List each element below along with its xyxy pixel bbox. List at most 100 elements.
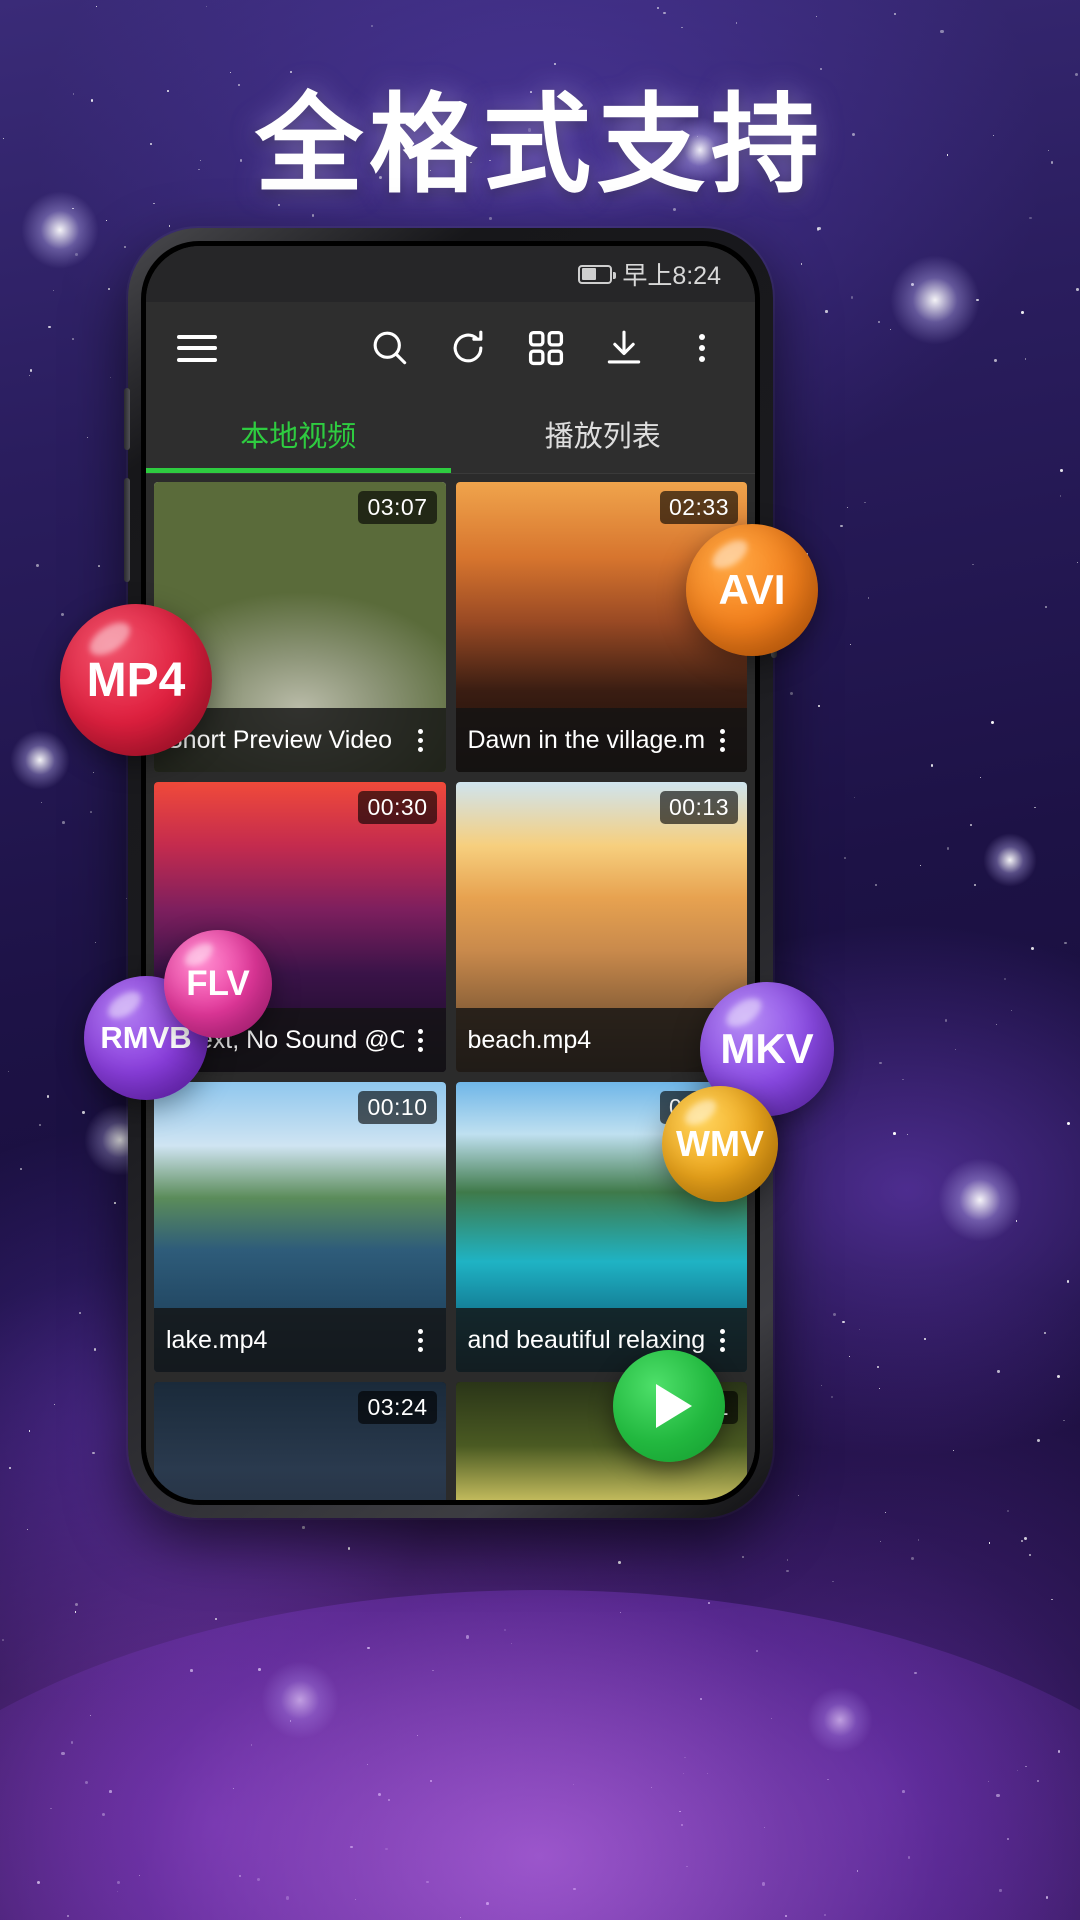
- star: [850, 296, 854, 299]
- status-bar-time: 早上8:24: [622, 262, 721, 290]
- video-duration: 00:30: [358, 791, 437, 824]
- star: [970, 823, 972, 826]
- star: [917, 1539, 920, 1541]
- star: [20, 1168, 22, 1170]
- video-more-icon[interactable]: [404, 1028, 438, 1052]
- star: [815, 16, 817, 17]
- star: [997, 1370, 1000, 1373]
- video-card[interactable]: 03:24k drone video of the cra: [154, 1382, 446, 1500]
- video-card[interactable]: 00:10 lake.mp4: [154, 1082, 446, 1372]
- star: [52, 289, 54, 291]
- tab-local-videos[interactable]: 本地视频: [146, 394, 451, 473]
- star: [832, 1312, 836, 1316]
- star: [371, 25, 373, 27]
- grid-view-icon[interactable]: [519, 321, 573, 375]
- star-glow: [890, 255, 980, 345]
- format-badge-avi: AVI: [686, 524, 818, 656]
- star: [82, 1111, 85, 1114]
- star: [825, 310, 828, 313]
- star: [817, 226, 821, 231]
- app-toolbar: [146, 302, 755, 394]
- star: [892, 1132, 896, 1135]
- star: [90, 811, 92, 813]
- play-icon: [655, 1384, 692, 1428]
- star: [990, 720, 994, 724]
- download-icon[interactable]: [597, 321, 651, 375]
- star-glow: [983, 833, 1037, 887]
- hamburger-menu-icon[interactable]: [170, 321, 224, 375]
- page-title: 全格式支持: [254, 83, 825, 208]
- star: [29, 368, 33, 372]
- phone-screen: 早上8:24 本地视频 播放列表 03:07 Short Preview Vid…: [146, 246, 755, 1500]
- star: [1063, 1419, 1065, 1422]
- star: [1076, 288, 1079, 291]
- video-card[interactable]: 03:07 Short Preview Video: [154, 482, 446, 772]
- tab-active-underline: [146, 468, 451, 473]
- video-more-icon[interactable]: [404, 728, 438, 752]
- star: [867, 597, 870, 599]
- star: [92, 771, 94, 773]
- video-title: lake.mp4: [166, 1325, 268, 1354]
- video-title: Dawn in the village.mp4: [467, 725, 706, 754]
- star: [840, 524, 843, 528]
- video-duration: 00:13: [659, 791, 738, 824]
- star: [878, 1387, 880, 1389]
- star: [940, 29, 944, 33]
- star: [1060, 469, 1063, 473]
- star: [61, 821, 65, 825]
- star: [214, 1617, 218, 1620]
- star: [844, 857, 846, 859]
- phone-mockup: 早上8:24 本地视频 播放列表 03:07 Short Preview Vid…: [124, 228, 777, 1518]
- star: [879, 1061, 882, 1064]
- star: [1051, 1598, 1053, 1601]
- video-title: Short Preview Video: [166, 725, 393, 754]
- star: [28, 1430, 31, 1432]
- phone-side-button: [124, 388, 130, 450]
- star: [38, 1124, 41, 1127]
- video-duration: 00:10: [358, 1091, 437, 1124]
- phone-bezel: 早上8:24 本地视频 播放列表 03:07 Short Preview Vid…: [141, 241, 760, 1505]
- phone-volume-up-button: [124, 478, 130, 582]
- format-badge-wmv: WMV: [662, 1086, 778, 1202]
- video-more-icon[interactable]: [705, 728, 739, 752]
- format-badge-mp4: MP4: [60, 604, 212, 756]
- video-duration: 02:33: [659, 491, 738, 524]
- search-icon[interactable]: [363, 321, 417, 375]
- star: [311, 213, 315, 217]
- star: [488, 217, 492, 221]
- play-button[interactable]: [613, 1350, 725, 1462]
- video-title: beach.mp4: [467, 1025, 592, 1054]
- video-caption: Dawn in the village.mp4: [455, 708, 747, 772]
- format-badge-flv: FLV: [164, 930, 272, 1038]
- video-duration: 03:07: [358, 491, 437, 524]
- star: [1028, 1553, 1031, 1556]
- star: [105, 219, 107, 221]
- star: [1036, 1438, 1040, 1442]
- star: [46, 1095, 49, 1098]
- star-glow: [10, 730, 70, 790]
- video-duration: 03:24: [358, 1391, 437, 1424]
- more-vertical-icon[interactable]: [675, 321, 729, 375]
- star: [954, 1048, 956, 1051]
- battery-icon: [578, 264, 617, 284]
- star: [40, 801, 42, 803]
- star: [817, 704, 820, 707]
- star: [1, 1638, 4, 1641]
- star: [820, 1384, 822, 1386]
- video-caption: lake.mp4: [154, 1308, 446, 1372]
- star: [302, 1526, 305, 1529]
- star: [1067, 1280, 1070, 1283]
- video-more-icon[interactable]: [404, 1328, 438, 1352]
- star: [1010, 1009, 1012, 1011]
- tab-playlist[interactable]: 播放列表: [451, 394, 756, 473]
- star-glow: [938, 1158, 1022, 1242]
- star: [347, 1547, 351, 1550]
- star: [79, 1312, 81, 1314]
- star: [930, 764, 933, 767]
- video-more-icon[interactable]: [705, 1328, 739, 1352]
- star: [98, 564, 101, 567]
- refresh-icon[interactable]: [441, 321, 495, 375]
- star: [681, 26, 683, 28]
- star: [946, 847, 949, 850]
- tab-bar: 本地视频 播放列表: [146, 394, 755, 474]
